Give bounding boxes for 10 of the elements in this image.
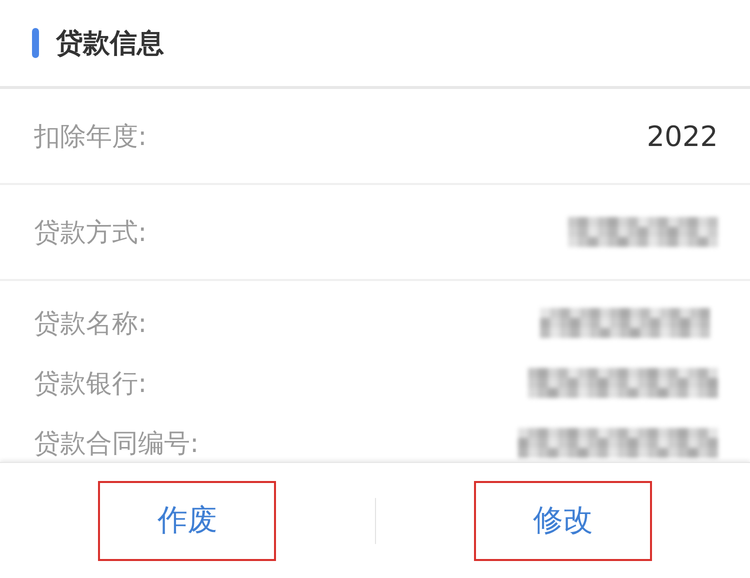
accent-bar [32, 28, 39, 58]
field-label: 贷款名称: [34, 308, 147, 340]
action-button[interactable]: 作废 [98, 480, 276, 560]
section-title: 贷款信息 [56, 27, 164, 61]
field-label: 贷款合同编号: [34, 428, 199, 460]
field-value: 2022 [646, 120, 718, 152]
action-button[interactable]: 修改 [474, 480, 652, 560]
field-label: 扣除年度: [34, 120, 147, 154]
field-label: 贷款银行: [34, 368, 147, 400]
field-label: 贷款方式: [34, 216, 147, 250]
